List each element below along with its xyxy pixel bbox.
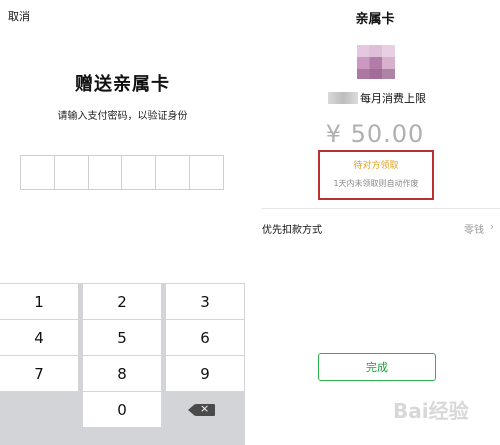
status-note: 1天内未领取则自动作废: [333, 179, 419, 188]
delete-key[interactable]: ×: [166, 392, 244, 427]
status-text: 待对方领取: [353, 161, 399, 171]
key-5[interactable]: 5: [83, 320, 161, 355]
page-title: 赠送亲属卡: [75, 74, 170, 95]
payment-method-row[interactable]: 优先扣款方式 零钱 ›: [262, 218, 494, 238]
recipient-name-blurred: [328, 92, 358, 104]
chevron-right-icon: ›: [489, 220, 494, 233]
status-highlight-box: 待对方领取 1天内未领取则自动作废: [318, 150, 434, 200]
payment-method-value: 零钱: [464, 225, 484, 236]
password-digit-2: [55, 156, 89, 189]
key-6[interactable]: 6: [166, 320, 244, 355]
password-digit-5: [156, 156, 191, 189]
key-2[interactable]: 2: [83, 284, 161, 319]
numeric-keypad: 1 2 3 4 5 6 7 8 9 0 ×: [0, 283, 245, 445]
key-3[interactable]: 3: [166, 284, 244, 319]
password-digit-3: [89, 156, 123, 189]
key-8[interactable]: 8: [83, 356, 161, 391]
monthly-limit-label: 每月消费上限: [360, 92, 426, 105]
limit-amount: ¥ 50.00: [325, 120, 425, 148]
payment-method-label: 优先扣款方式: [262, 225, 322, 236]
key-1[interactable]: 1: [0, 284, 78, 319]
key-blank: [0, 392, 78, 427]
key-7[interactable]: 7: [0, 356, 78, 391]
cancel-button[interactable]: 取消: [8, 8, 30, 24]
password-digit-4: [122, 156, 157, 189]
key-0[interactable]: 0: [83, 392, 161, 427]
page-title: 亲属卡: [355, 12, 395, 27]
avatar: [357, 45, 395, 79]
done-button[interactable]: 完成: [318, 353, 436, 381]
password-digit-6: [190, 156, 223, 189]
password-input[interactable]: [20, 155, 224, 190]
password-hint: 请输入支付密码，以验证身份: [57, 111, 188, 122]
divider-line: [262, 208, 500, 209]
backspace-icon: ×: [188, 402, 215, 416]
key-4[interactable]: 4: [0, 320, 78, 355]
password-digit-1: [21, 156, 55, 189]
watermark: Bai经验: [393, 399, 469, 423]
key-9[interactable]: 9: [166, 356, 244, 391]
family-card-screen: 亲属卡 每月消费上限 ¥ 50.00 待对方领取 1天内未领取则自动作废 优先扣…: [250, 0, 500, 445]
password-screen: 取消 赠送亲属卡 请输入支付密码，以验证身份 1 2 3 4 5 6 7 8 9…: [0, 0, 245, 445]
